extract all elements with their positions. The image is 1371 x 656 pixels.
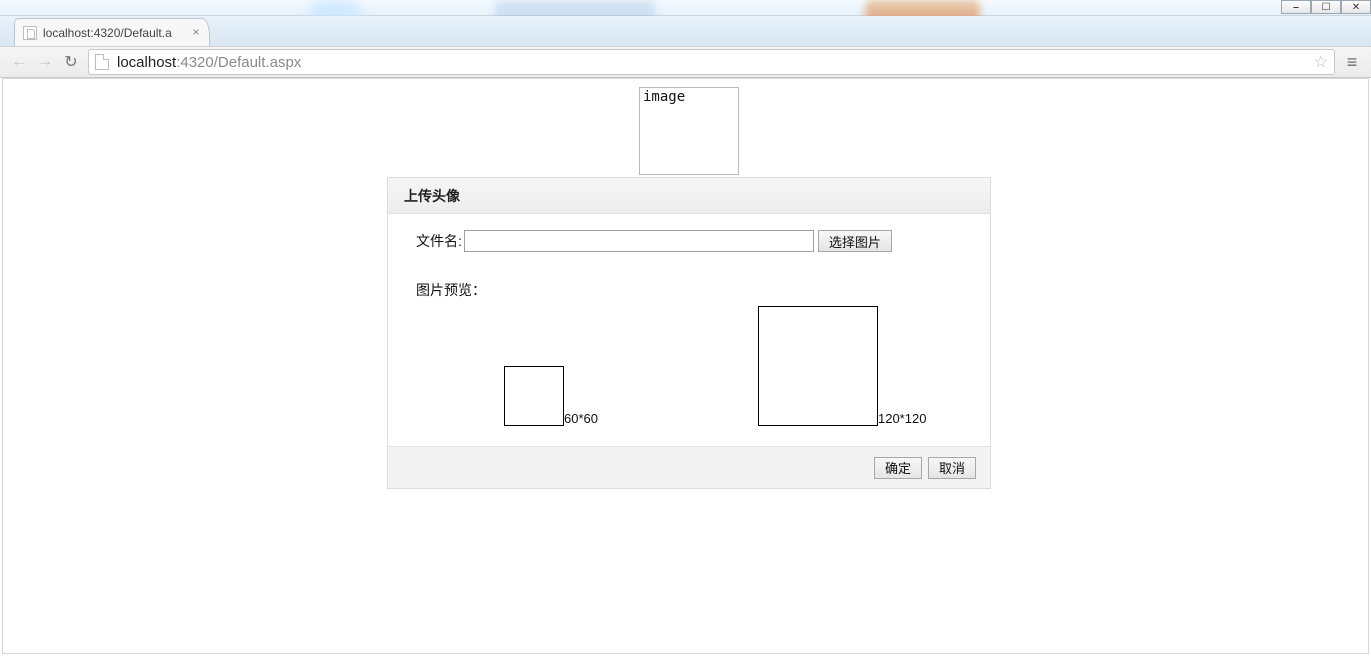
url-path: :4320/Default.aspx [176,54,301,71]
preview-60: 60*60 [416,366,598,426]
dialog-footer: 确定 取消 [388,446,990,488]
filename-label: 文件名: [416,231,462,251]
browser-tab-strip: localhost:4320/Default.a × [0,16,1371,46]
preview-120: 120*120 [598,306,926,426]
window-controls: ⎯ ☐ ✕ [1281,0,1371,14]
tab-title: localhost:4320/Default.a [43,26,189,40]
window-maximize-button[interactable]: ☐ [1311,0,1341,14]
choose-image-button[interactable]: 选择图片 [818,230,892,252]
preview-120-box [758,306,878,426]
window-close-button[interactable]: ✕ [1341,0,1371,14]
upload-avatar-dialog: 上传头像 文件名: 选择图片 图片预览： 60*60 120*120 确定 [387,177,991,489]
window-minimize-button[interactable]: ⎯ [1281,0,1311,14]
bookmark-star-icon[interactable]: ☆ [1314,52,1328,72]
cancel-button[interactable]: 取消 [928,457,976,479]
filename-input[interactable] [464,230,814,252]
preview-area: 60*60 120*120 [416,306,962,426]
browser-menu-button[interactable]: ≡ [1339,50,1365,74]
address-bar[interactable]: localhost :4320/Default.aspx ☆ [88,49,1335,75]
preview-60-caption: 60*60 [564,411,598,426]
dialog-title: 上传头像 [388,178,990,214]
preview-60-box [504,366,564,426]
window-titlebar: ⎯ ☐ ✕ [0,0,1371,16]
back-button[interactable]: ← [6,50,32,74]
reload-button[interactable]: ↻ [58,50,84,74]
page-favicon-icon [23,26,37,40]
dialog-body: 文件名: 选择图片 图片预览： 60*60 120*120 [388,214,990,446]
ok-button[interactable]: 确定 [874,457,922,479]
url-host: localhost [117,54,176,71]
filename-row: 文件名: 选择图片 [416,230,962,252]
page-viewport: image 上传头像 文件名: 选择图片 图片预览： 60*60 120*120 [2,78,1369,654]
page-icon [95,54,109,70]
image-placeholder: image [639,87,739,175]
browser-toolbar: ← → ↻ localhost :4320/Default.aspx ☆ ≡ [0,46,1371,78]
preview-label: 图片预览： [416,280,962,300]
forward-button[interactable]: → [32,50,58,74]
preview-120-caption: 120*120 [878,411,926,426]
browser-tab[interactable]: localhost:4320/Default.a × [14,18,210,46]
tab-close-button[interactable]: × [189,26,203,40]
